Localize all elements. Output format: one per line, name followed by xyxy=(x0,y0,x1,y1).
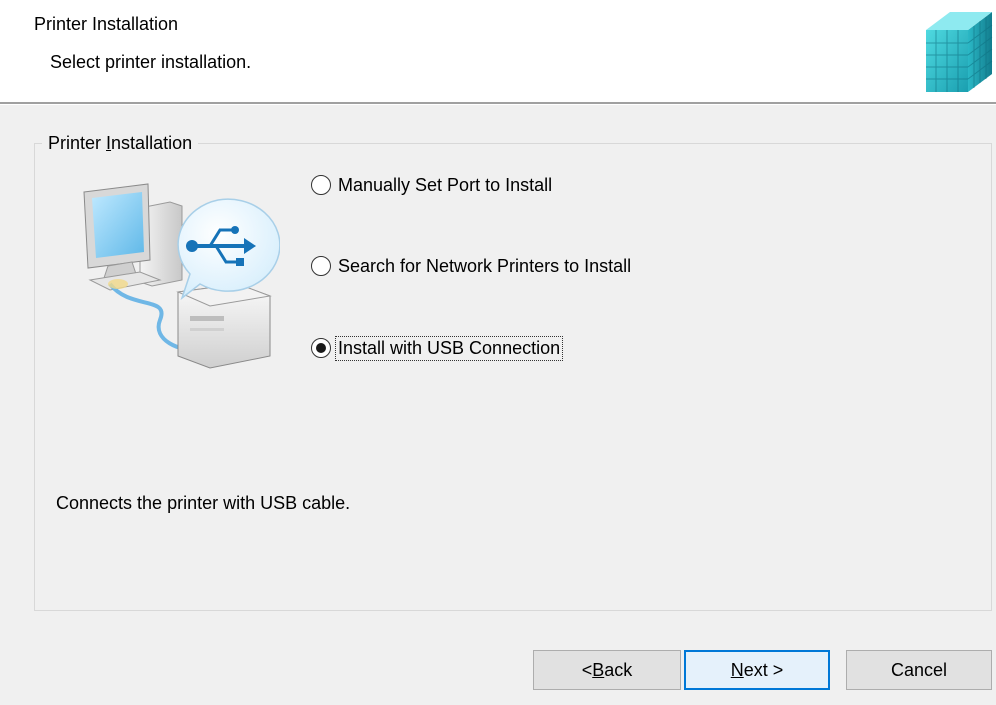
radio-button[interactable] xyxy=(311,175,331,195)
radio-manual-port[interactable]: Manually Set Port to Install xyxy=(311,170,554,200)
radio-button-selected[interactable] xyxy=(311,338,331,358)
header-title: Printer Installation xyxy=(34,14,179,34)
next-button[interactable]: Next > xyxy=(684,650,830,690)
radio-label[interactable]: Manually Set Port to Install xyxy=(336,174,554,197)
header-separator xyxy=(0,102,996,105)
radio-button[interactable] xyxy=(311,256,331,276)
back-button[interactable]: < Back xyxy=(533,650,681,690)
cancel-button[interactable]: Cancel xyxy=(846,650,992,690)
header-subtitle: Select printer installation. xyxy=(50,52,252,72)
option-description: Connects the printer with USB cable. xyxy=(56,493,351,513)
radio-label[interactable]: Search for Network Printers to Install xyxy=(336,255,633,278)
radio-label[interactable]: Install with USB Connection xyxy=(334,335,564,361)
wizard-header: Printer Installation Select printer inst… xyxy=(0,0,996,104)
group-legend: Printer Installation xyxy=(42,133,199,154)
radio-network-search[interactable]: Search for Network Printers to Install xyxy=(311,251,633,281)
radio-selected-dot xyxy=(316,343,326,353)
installer-cube-icon xyxy=(926,12,993,92)
computer-usb-printer-icon xyxy=(83,183,280,369)
radio-usb-connection[interactable]: Install with USB Connection xyxy=(311,333,564,363)
